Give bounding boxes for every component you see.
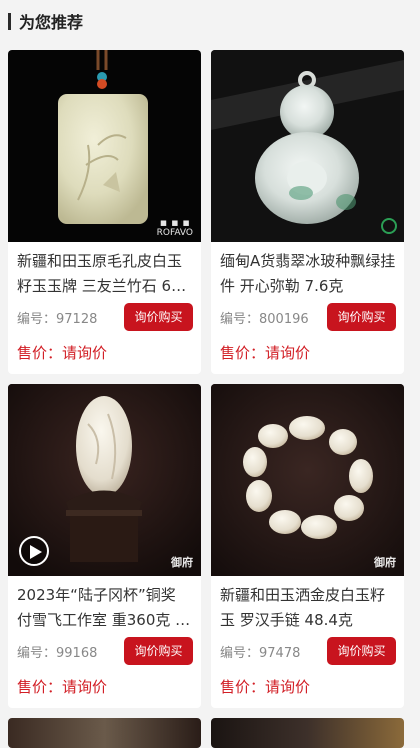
jade-bracelet-illustration bbox=[211, 384, 404, 576]
product-image[interactable] bbox=[211, 718, 404, 748]
product-price: 售价：请询价 bbox=[220, 678, 311, 696]
product-image[interactable]: 御府 bbox=[8, 384, 201, 576]
product-code: 编号：800196 bbox=[220, 312, 309, 327]
inquire-buy-button[interactable]: 询价购买 bbox=[327, 637, 396, 665]
brand-logo: 御府 bbox=[374, 556, 396, 569]
product-title[interactable]: 缅甸A货翡翠冰玻种飘绿挂件 开心弥勒 7.6克 bbox=[220, 249, 398, 299]
product-card[interactable]: ▪ ▪ ▪ ROFAVO 新疆和田玉原毛孔皮白玉籽玉玉牌 三友兰竹石 67克 编… bbox=[8, 50, 201, 374]
product-code: 编号：99168 bbox=[17, 646, 98, 661]
brand-text: ROFAVO bbox=[156, 228, 193, 238]
product-price: 售价：请询价 bbox=[220, 344, 311, 362]
product-card[interactable]: 御府 新疆和田玉洒金皮白玉籽玉 罗汉手链 48.4克 编号：97478 询价购买… bbox=[211, 384, 404, 708]
section-bar bbox=[8, 12, 11, 30]
product-card[interactable]: 缅甸A货翡翠冰玻种飘绿挂件 开心弥勒 7.6克 编号：800196 询价购买 售… bbox=[211, 50, 404, 374]
brand-logo-icon bbox=[381, 218, 397, 234]
product-code: 编号：97478 bbox=[220, 646, 301, 661]
inquire-buy-button[interactable]: 询价购买 bbox=[124, 303, 193, 331]
product-card[interactable]: 御府 2023年“陆子冈杯”铜奖 付雪飞工作室 重360克 … 编号：99168… bbox=[8, 384, 201, 708]
jade-plaque-illustration bbox=[58, 50, 148, 224]
product-card-partial[interactable] bbox=[211, 718, 404, 748]
brand-watermark: ▪ ▪ ▪ ROFAVO bbox=[156, 216, 193, 238]
product-title[interactable]: 2023年“陆子冈杯”铜奖 付雪飞工作室 重360克 … bbox=[17, 583, 195, 633]
product-title[interactable]: 新疆和田玉原毛孔皮白玉籽玉玉牌 三友兰竹石 67克 bbox=[17, 249, 195, 299]
product-card-partial[interactable] bbox=[8, 718, 201, 748]
play-icon bbox=[30, 545, 42, 559]
product-title[interactable]: 新疆和田玉洒金皮白玉籽玉 罗汉手链 48.4克 bbox=[220, 583, 398, 633]
brand-watermark: 御府 bbox=[171, 556, 193, 569]
product-image[interactable]: ▪ ▪ ▪ ROFAVO bbox=[8, 50, 201, 242]
section-title: 为您推荐 bbox=[19, 13, 84, 32]
inquire-buy-button[interactable]: 询价购买 bbox=[327, 303, 396, 331]
product-image[interactable] bbox=[211, 50, 404, 242]
brand-logo: 御府 bbox=[171, 556, 193, 569]
brand-logo: ▪ ▪ ▪ bbox=[159, 216, 190, 229]
product-image[interactable] bbox=[8, 718, 201, 748]
product-code: 编号：97128 bbox=[17, 312, 98, 327]
inquire-buy-button[interactable]: 询价购买 bbox=[124, 637, 193, 665]
brand-watermark: 御府 bbox=[374, 556, 396, 569]
product-price: 售价：请询价 bbox=[17, 344, 108, 362]
section-header: 为您推荐 bbox=[0, 0, 420, 42]
product-price: 售价：请询价 bbox=[17, 678, 108, 696]
product-image[interactable]: 御府 bbox=[211, 384, 404, 576]
jade-buddha-illustration bbox=[211, 50, 404, 242]
play-video-button[interactable] bbox=[19, 536, 49, 566]
